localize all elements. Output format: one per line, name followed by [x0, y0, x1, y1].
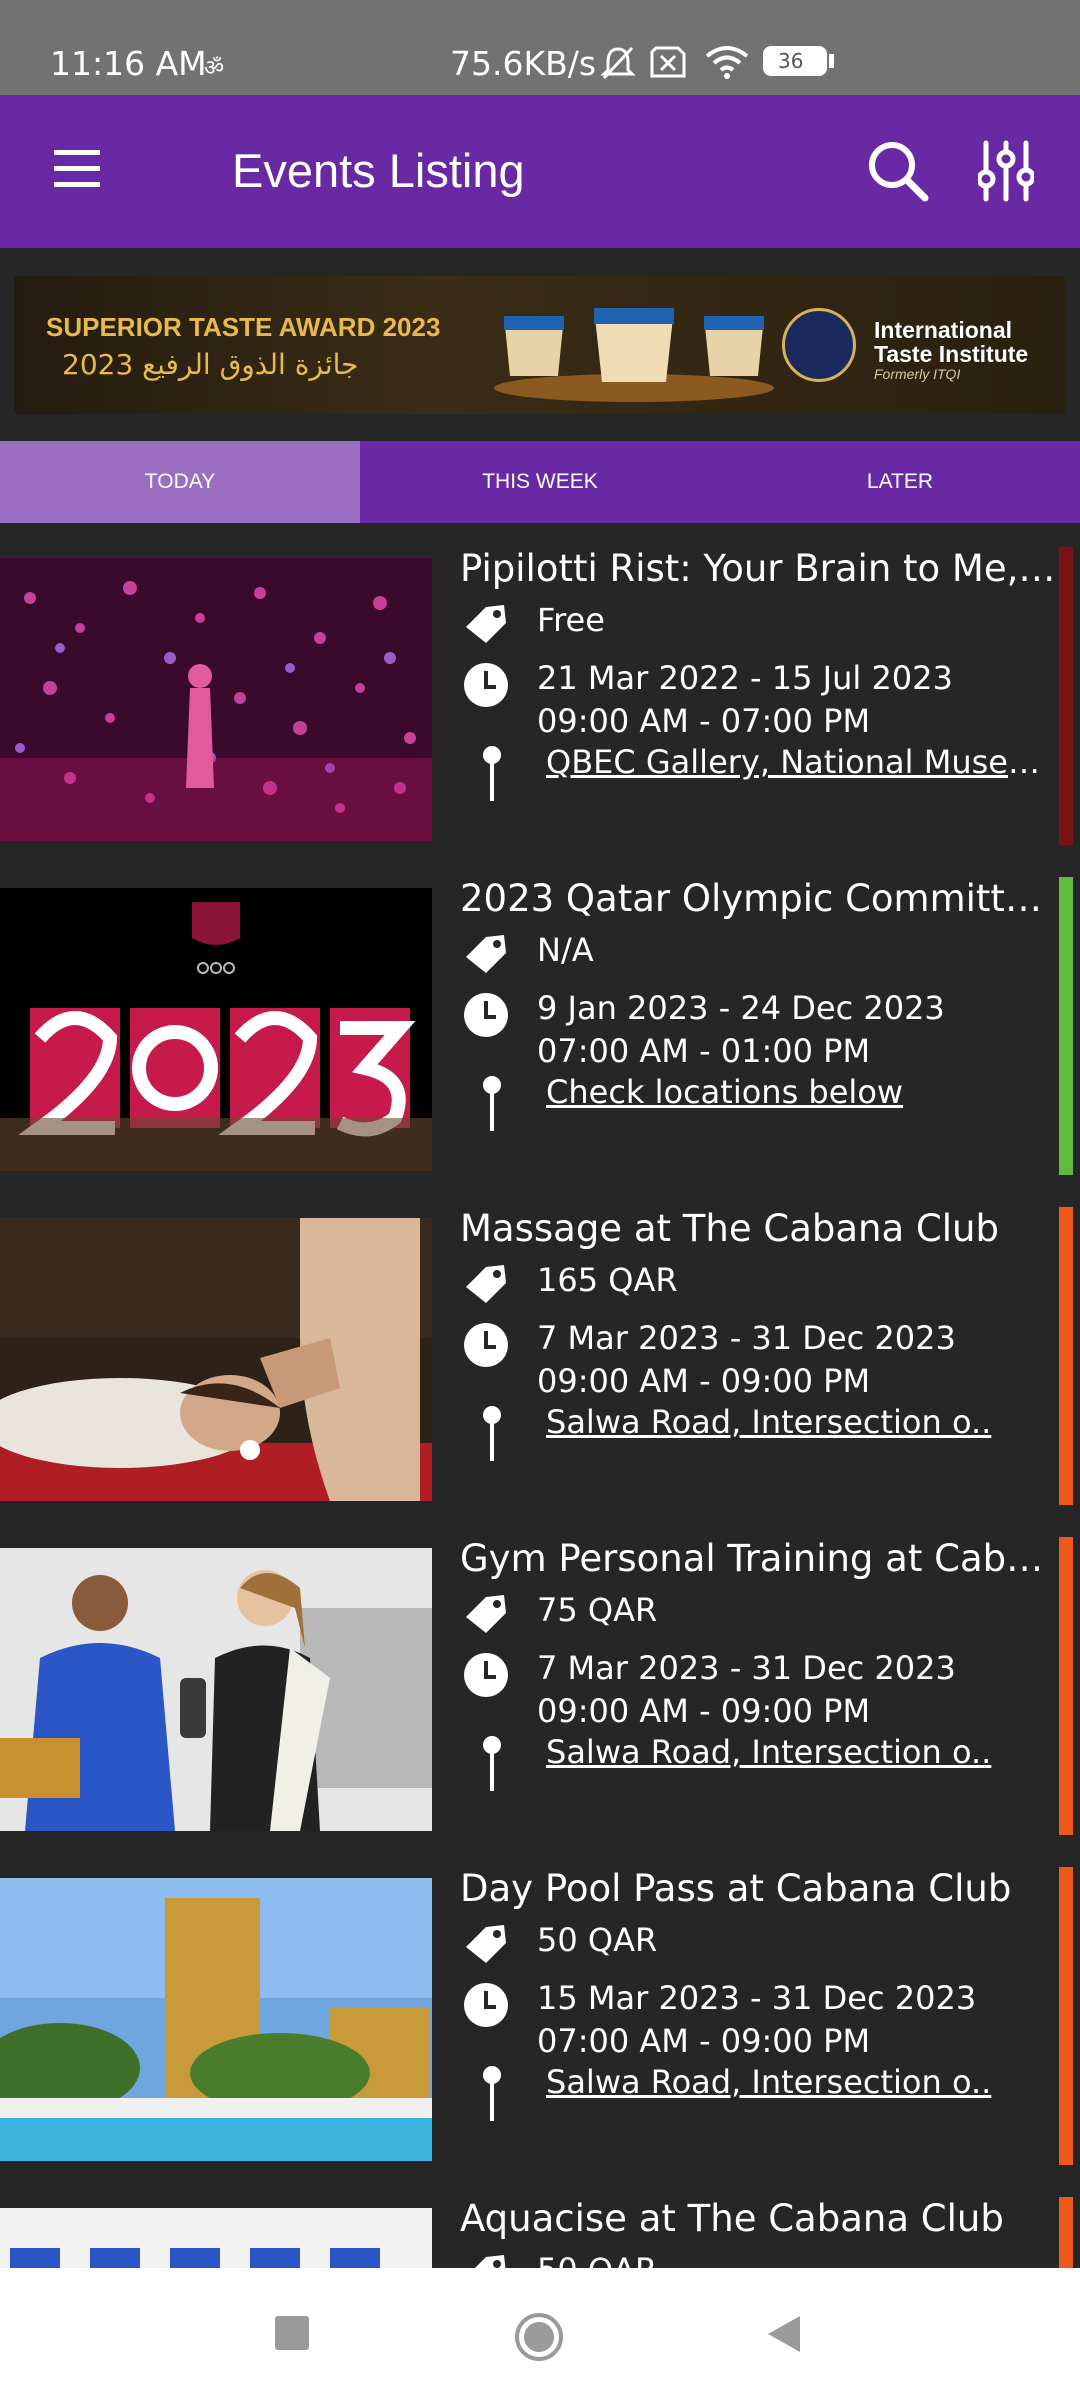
home-icon[interactable]: [514, 2312, 564, 2362]
event-dates: 9 Jan 2023 - 24 Dec 2023 07:00 AM - 01:0…: [537, 987, 945, 1073]
bell-muted-icon: [600, 46, 636, 80]
event-location-link[interactable]: Salwa Road, Intersection o..: [546, 2063, 1046, 2101]
event-time-range: 09:00 AM - 07:00 PM: [537, 702, 871, 740]
award-seal-icon: [782, 308, 856, 382]
wifi-icon: [705, 46, 749, 79]
event-location-link[interactable]: QBEC Gallery, National Museu…: [546, 743, 1046, 781]
event-dates: 7 Mar 2023 - 31 Dec 2023 09:00 AM - 09:0…: [537, 1647, 956, 1733]
event-price: Free: [537, 601, 605, 639]
event-card[interactable]: Day Pool Pass at Cabana Club 50 QAR 15 M…: [0, 1843, 1080, 2173]
battery-tip: [829, 54, 834, 68]
event-date-range: 7 Mar 2023 - 31 Dec 2023: [537, 1649, 956, 1687]
date-tabs: TODAY THIS WEEK LATER: [0, 441, 1080, 523]
event-title: 2023 Qatar Olympic Committee…: [460, 877, 1060, 920]
event-image: [0, 888, 432, 1171]
event-category-bar: [1059, 1867, 1073, 2165]
location-pin-icon: [483, 746, 501, 801]
status-symbol: ॐ: [204, 56, 225, 81]
event-dates: 15 Mar 2023 - 31 Dec 2023 07:00 AM - 09:…: [537, 1977, 976, 2063]
event-category-bar: [1059, 1537, 1073, 1835]
location-pin-icon: [483, 2066, 501, 2121]
event-card[interactable]: Pipilotti Rist: Your Brain to Me,… Free …: [0, 523, 1080, 853]
yogurt-cups-image: [494, 308, 774, 402]
search-icon[interactable]: [866, 139, 930, 203]
event-date-range: 9 Jan 2023 - 24 Dec 2023: [537, 989, 945, 1027]
event-price: 50 QAR: [537, 2251, 657, 2268]
event-category-bar: [1059, 1207, 1073, 1505]
banner-institute-sub: Formerly ITQI: [874, 366, 961, 382]
event-card[interactable]: 2023 Qatar Olympic Committee… N/A 9 Jan …: [0, 853, 1080, 1183]
event-card[interactable]: Aquacise at The Cabana Club 50 QAR: [0, 2173, 1080, 2268]
app-bar: Events Listing: [0, 95, 1080, 248]
filter-sliders-icon[interactable]: [978, 139, 1034, 203]
clock-icon: [464, 1653, 508, 1697]
back-icon[interactable]: [764, 2312, 804, 2356]
event-time-range: 07:00 AM - 09:00 PM: [537, 2022, 871, 2060]
event-price: 165 QAR: [537, 1261, 678, 1299]
status-bar: 11:16 AM ॐ 75.6KB/s 36: [0, 0, 1080, 95]
event-price: N/A: [537, 931, 594, 969]
network-speed: 75.6KB/s: [450, 44, 597, 83]
event-title: Day Pool Pass at Cabana Club: [460, 1867, 1012, 1910]
event-image: [0, 558, 432, 841]
event-location-link[interactable]: Check locations below: [546, 1073, 1046, 1111]
event-title: Pipilotti Rist: Your Brain to Me,…: [460, 547, 1056, 590]
event-time-range: 09:00 AM - 09:00 PM: [537, 1692, 871, 1730]
event-card[interactable]: Massage at The Cabana Club 165 QAR 7 Mar…: [0, 1183, 1080, 1513]
event-image: [0, 1878, 432, 2161]
event-image: [0, 1218, 432, 1501]
tab-today[interactable]: TODAY: [0, 441, 360, 523]
price-tag-icon: [466, 1265, 506, 1303]
system-nav-bar: [0, 2268, 1080, 2400]
event-time-range: 07:00 AM - 01:00 PM: [537, 1032, 871, 1070]
price-tag-icon: [475, 2255, 506, 2268]
status-time: 11:16 AM: [50, 44, 207, 83]
event-location-link[interactable]: Salwa Road, Intersection o..: [546, 1403, 1046, 1441]
banner-headline: SUPERIOR TASTE AWARD 2023: [46, 312, 441, 342]
price-tag-icon: [466, 935, 506, 973]
event-title: Massage at The Cabana Club: [460, 1207, 999, 1250]
promo-banner[interactable]: SUPERIOR TASTE AWARD 2023 جائزة الذوق ال…: [14, 276, 1066, 414]
clock-icon: [464, 993, 508, 1037]
event-category-bar: [1059, 877, 1073, 1175]
battery-level: 36: [778, 49, 804, 73]
clock-icon: [464, 1323, 508, 1367]
event-dates: 21 Mar 2022 - 15 Jul 2023 09:00 AM - 07:…: [537, 657, 953, 743]
event-image: [0, 2208, 432, 2268]
event-time-range: 09:00 AM - 09:00 PM: [537, 1362, 871, 1400]
event-title: Gym Personal Training at Caba…: [460, 1537, 1060, 1580]
tab-later[interactable]: LATER: [720, 441, 1080, 523]
event-date-range: 7 Mar 2023 - 31 Dec 2023: [537, 1319, 956, 1357]
event-price: 75 QAR: [537, 1591, 658, 1629]
location-pin-icon: [483, 1406, 501, 1461]
event-title: Aquacise at The Cabana Club: [460, 2197, 1004, 2240]
event-card[interactable]: Gym Personal Training at Caba… 75 QAR 7 …: [0, 1513, 1080, 1843]
event-location-link[interactable]: Salwa Road, Intersection o..: [546, 1733, 1046, 1771]
event-image: [0, 1548, 432, 1831]
clock-icon: [464, 1983, 508, 2027]
event-price: 50 QAR: [537, 1921, 658, 1959]
menu-icon[interactable]: [54, 150, 100, 188]
event-dates: 7 Mar 2023 - 31 Dec 2023 09:00 AM - 09:0…: [537, 1317, 956, 1403]
page-title: Events Listing: [232, 144, 525, 197]
sim-x-icon: [650, 46, 686, 78]
event-category-bar: [1059, 547, 1073, 845]
event-date-range: 15 Mar 2023 - 31 Dec 2023: [537, 1979, 977, 2017]
price-tag-icon: [466, 1925, 506, 1963]
event-date-range: 21 Mar 2022 - 15 Jul 2023: [537, 659, 953, 697]
recent-apps-icon[interactable]: [275, 2316, 309, 2350]
banner-headline-arabic: جائزة الذوق الرفيع 2023: [62, 348, 359, 381]
events-list[interactable]: Pipilotti Rist: Your Brain to Me,… Free …: [0, 523, 1080, 2268]
price-tag-icon: [466, 1595, 506, 1633]
location-pin-icon: [483, 1736, 501, 1791]
banner-institute: International Taste Institute: [874, 317, 1029, 367]
battery-icon: 36: [763, 46, 827, 76]
screen: 11:16 AM ॐ 75.6KB/s 36 Events Listing SU…: [0, 0, 1080, 2400]
price-tag-icon: [466, 605, 506, 643]
event-category-bar: [1059, 2197, 1073, 2268]
clock-icon: [464, 663, 508, 707]
location-pin-icon: [483, 1076, 501, 1131]
tab-this-week[interactable]: THIS WEEK: [360, 441, 720, 523]
